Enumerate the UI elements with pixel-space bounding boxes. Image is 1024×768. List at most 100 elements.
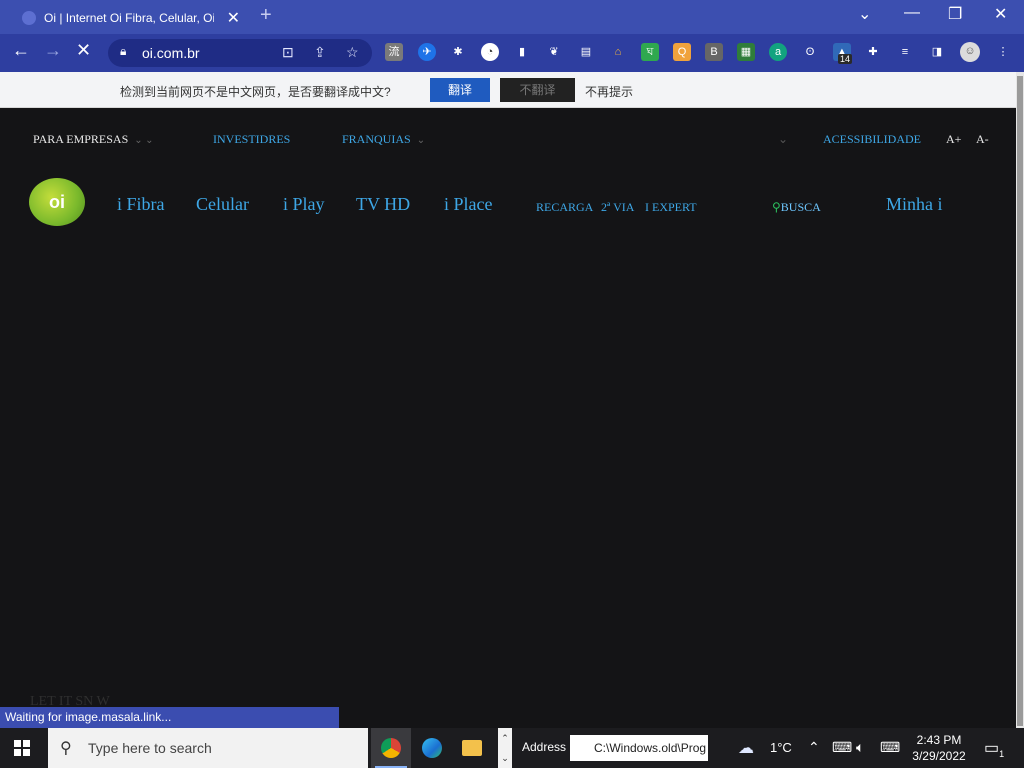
font-decrease-button[interactable]: A- bbox=[976, 132, 989, 147]
extension-house-icon[interactable]: ⌂ bbox=[609, 43, 627, 61]
address-bar[interactable]: 🔒︎ oi.com.br ⊡ ⇪ ☆ bbox=[108, 39, 372, 67]
nav-fibra[interactable]: i Fibra bbox=[117, 194, 165, 215]
weather-temperature[interactable]: 1°C bbox=[770, 740, 792, 755]
nav-expert[interactable]: I EXPERT bbox=[645, 200, 697, 215]
translate-message: 检测到当前网页不是中文网页，是否要翻译成中文? bbox=[120, 85, 391, 99]
nav-play[interactable]: i Play bbox=[283, 194, 325, 215]
back-icon[interactable]: ← bbox=[12, 40, 30, 61]
search-icon: ⚲ bbox=[60, 740, 72, 757]
nav-minha-oi[interactable]: Minha i bbox=[886, 194, 943, 215]
translate-bar: 检测到当前网页不是中文网页，是否要翻译成中文? 翻译 不翻译 不再提示 bbox=[0, 72, 1024, 108]
extension-clock-icon[interactable]: ◔ bbox=[481, 43, 499, 61]
translate-button[interactable]: 翻译 bbox=[430, 78, 490, 102]
browser-title-bar: Oi | Internet Oi Fibra, Celular, Oi Play… bbox=[0, 0, 1024, 34]
chevron-down-icon: ⌄ ⌄ bbox=[134, 135, 154, 146]
start-tile bbox=[14, 740, 21, 747]
start-tile bbox=[23, 740, 30, 747]
search-link[interactable]: ⚲BUSCA bbox=[772, 200, 821, 215]
clock-date: 3/29/2022 bbox=[912, 749, 966, 763]
extension-blue-icon[interactable]: ✈ bbox=[418, 43, 436, 61]
tab-search-icon[interactable]: ⌄ bbox=[858, 4, 871, 24]
nav-acessibilidade[interactable]: ACESSIBILIDADE bbox=[823, 132, 921, 147]
tab-title: Oi | Internet Oi Fibra, Celular, Oi Play… bbox=[44, 11, 214, 25]
reading-list-icon[interactable]: ≡ bbox=[896, 43, 914, 61]
start-tile bbox=[14, 749, 21, 756]
nav-segunda-via[interactable]: 2ª VIA bbox=[601, 200, 634, 215]
extensions-puzzle-icon[interactable]: ✚ bbox=[864, 43, 882, 61]
search-label: BUSCA bbox=[780, 200, 821, 214]
chrome-icon bbox=[381, 738, 401, 758]
web-page: PARA EMPRESAS ⌄ ⌄ INVESTIDRES FRANQUIAS ⌄ … bbox=[0, 108, 1016, 728]
address-toolbar-label: Address bbox=[522, 740, 567, 754]
side-panel-icon[interactable]: ◨ bbox=[928, 43, 946, 61]
system-clock[interactable]: 2:43 PM 3/29/2022 bbox=[906, 732, 972, 764]
oi-logo[interactable]: oi bbox=[29, 178, 85, 226]
notification-center-icon[interactable]: ▭1 bbox=[984, 738, 1004, 759]
extension-green-icon[interactable]: ঘ bbox=[641, 43, 659, 61]
extension-sheet-icon[interactable]: ▦ bbox=[737, 43, 755, 61]
extension-leaf-icon[interactable]: ❦ bbox=[545, 43, 563, 61]
nav-celular[interactable]: Celular bbox=[196, 194, 249, 215]
edge-icon bbox=[422, 738, 442, 758]
clock-time: 2:43 PM bbox=[916, 733, 962, 747]
taskbar-search-placeholder[interactable]: Type here to search bbox=[88, 740, 212, 756]
extension-liu-icon[interactable]: 流 bbox=[385, 43, 403, 61]
keyboard-icon[interactable]: ⌨ bbox=[880, 739, 900, 756]
nav-franquias[interactable]: FRANQUIAS ⌄ bbox=[342, 132, 425, 147]
share-icon[interactable]: ⇪ bbox=[314, 44, 326, 61]
browser-menu-icon[interactable]: ⋮ bbox=[994, 43, 1012, 61]
lock-icon[interactable]: 🔒︎ bbox=[120, 44, 126, 59]
restore-button[interactable]: ❐ bbox=[948, 4, 962, 24]
font-increase-button[interactable]: A+ bbox=[946, 132, 961, 147]
nav-tvhd[interactable]: TV HD bbox=[356, 194, 410, 215]
nav-place[interactable]: i Place bbox=[444, 194, 492, 215]
taskbar-edge[interactable] bbox=[412, 728, 452, 768]
volume-icon[interactable]: 🔈︎ bbox=[856, 739, 864, 756]
nav-para-empresas-label: PARA EMPRESAS bbox=[33, 132, 129, 146]
nav-recarga[interactable]: RECARGA bbox=[536, 200, 593, 215]
tab-favicon-icon bbox=[22, 11, 36, 25]
browser-toolbar: ← → ✕ 🔒︎ oi.com.br ⊡ ⇪ ☆ 流 ✈ ✱ ◔ ▮ ❦ ▤ ⌂… bbox=[0, 34, 1024, 72]
windows-taskbar: ⚲ Type here to search ⌃ ⌄ Address C:\Wind… bbox=[0, 728, 1024, 768]
start-tile bbox=[23, 749, 30, 756]
browser-tab[interactable]: Oi | Internet Oi Fibra, Celular, Oi Play… bbox=[8, 2, 248, 34]
chevron-down-icon[interactable]: ⌄ bbox=[778, 132, 788, 147]
folder-icon bbox=[462, 740, 482, 756]
page-scrollbar-thumb[interactable] bbox=[1017, 76, 1023, 726]
close-tab-icon[interactable]: ✕ bbox=[227, 8, 240, 28]
address-toolbar-chevron-icon[interactable]: ⌃ ⌄ bbox=[498, 728, 512, 768]
chevron-down-icon: ⌄ bbox=[416, 135, 426, 146]
nav-investidores[interactable]: INVESTIDRES bbox=[213, 132, 290, 147]
extension-bookmark-icon[interactable]: ▮ bbox=[513, 43, 531, 61]
profile-avatar-icon[interactable]: ☺ bbox=[960, 42, 980, 62]
extension-bug-icon[interactable]: ✱ bbox=[449, 43, 467, 61]
extension-panda-icon[interactable]: ʘ bbox=[801, 43, 819, 61]
notification-count: 1 bbox=[999, 749, 1005, 760]
taskbar-search-box[interactable]: ⚲ Type here to search bbox=[48, 728, 368, 768]
nav-para-empresas[interactable]: PARA EMPRESAS ⌄ ⌄ bbox=[33, 132, 154, 147]
cloud-weather-icon[interactable]: ☁ bbox=[738, 738, 754, 758]
taskbar-chrome[interactable] bbox=[371, 728, 411, 768]
windows-start-icon[interactable] bbox=[14, 740, 30, 756]
extension-orange-icon[interactable]: Q bbox=[673, 43, 691, 61]
extension-a-icon[interactable]: a bbox=[769, 43, 787, 61]
network-icon[interactable]: ⌨ bbox=[832, 739, 852, 756]
bookmark-star-icon[interactable]: ☆ bbox=[346, 44, 359, 61]
address-toolbar-input[interactable]: C:\Windows.old\Prog bbox=[570, 735, 708, 761]
forward-icon[interactable]: → bbox=[44, 40, 62, 61]
extension-b-icon[interactable]: B bbox=[705, 43, 723, 61]
close-window-button[interactable]: ✕ bbox=[994, 4, 1007, 24]
new-tab-button[interactable]: + bbox=[260, 4, 272, 27]
extension-doc-icon[interactable]: ▤ bbox=[577, 43, 595, 61]
translate-icon[interactable]: ⊡ bbox=[282, 44, 294, 61]
extension-badge-count: 14 bbox=[838, 54, 853, 64]
taskbar-file-explorer[interactable] bbox=[452, 728, 492, 768]
stop-loading-icon[interactable]: ✕ bbox=[76, 40, 91, 61]
url-text[interactable]: oi.com.br bbox=[142, 45, 200, 61]
dont-translate-button[interactable]: 不翻译 bbox=[500, 78, 575, 102]
show-hidden-icons-chevron-icon[interactable]: ⌃ bbox=[808, 739, 820, 756]
nav-franquias-label: FRANQUIAS bbox=[342, 132, 411, 146]
never-prompt-link[interactable]: 不再提示 bbox=[585, 83, 633, 100]
minimize-button[interactable]: — bbox=[904, 4, 920, 22]
loading-status-bubble: Waiting for image.masala.link... bbox=[0, 707, 339, 728]
